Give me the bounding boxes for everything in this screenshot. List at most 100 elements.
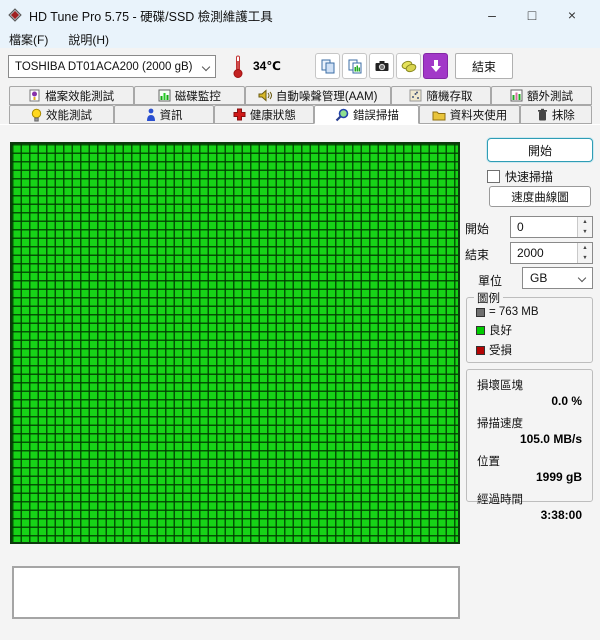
titlebar: HD Tune Pro 5.75 - 硬碟/SSD 檢測維護工具 – □ × xyxy=(0,0,600,30)
toolbar: TOSHIBA DT01ACA200 (2000 gB) 34℃ 結束 xyxy=(0,48,600,86)
tab-label: 自動噪聲管理(AAM) xyxy=(276,88,378,104)
drive-select-value: TOSHIBA DT01ACA200 (2000 gB) xyxy=(15,61,193,73)
file-benchmark-icon xyxy=(29,89,41,102)
block-color-swatch xyxy=(476,308,485,317)
start-position-value: 0 xyxy=(511,217,577,237)
start-scan-button[interactable]: 開始 xyxy=(487,138,593,162)
start-scan-label: 開始 xyxy=(528,142,552,159)
menu-file[interactable]: 檔案(F) xyxy=(9,31,48,48)
legend-block-label: = 763 MB xyxy=(489,306,539,318)
window-title: HD Tune Pro 5.75 - 硬碟/SSD 檢測維護工具 xyxy=(29,6,273,25)
start-position-spinner[interactable]: 0 ▲ ▼ xyxy=(510,216,593,238)
legend-good-label: 良好 xyxy=(489,322,512,338)
camera-icon xyxy=(374,58,390,74)
purchase-button[interactable] xyxy=(396,53,421,79)
trash-icon xyxy=(537,108,548,121)
tab-label: 健康狀態 xyxy=(250,107,296,123)
tab-extra-tests[interactable]: 額外測試 xyxy=(491,86,592,105)
maximize-button[interactable]: □ xyxy=(512,1,552,29)
folder-icon xyxy=(432,109,446,121)
quick-scan-row: 快速掃描 xyxy=(487,168,553,185)
legend-damaged-label: 受損 xyxy=(489,342,512,358)
scan-speed-label: 掃描速度 xyxy=(477,415,592,431)
spin-down-icon[interactable]: ▼ xyxy=(578,253,592,263)
spin-down-icon[interactable]: ▼ xyxy=(578,227,592,237)
unit-select[interactable]: GB xyxy=(522,267,593,289)
position-label: 位置 xyxy=(477,453,592,469)
tab-label: 磁碟監控 xyxy=(175,88,221,104)
person-icon xyxy=(146,108,156,121)
tab-label: 資訊 xyxy=(160,107,183,123)
error-scan-panel: 開始 快速掃描 速度曲線圖 開始 0 ▲ ▼ 結束 2000 ▲ ▼ 單位 GB xyxy=(0,124,600,640)
exit-button-label: 結束 xyxy=(472,58,496,75)
start-position-label: 開始 xyxy=(465,220,489,237)
chevron-down-icon xyxy=(202,62,210,70)
speed-map-button[interactable]: 速度曲線圖 xyxy=(489,186,591,207)
minimize-button[interactable]: – xyxy=(472,1,512,29)
damaged-blocks-value: 0.0 % xyxy=(467,394,582,408)
random-access-icon xyxy=(409,89,422,102)
stats-groupbox: 損壞區塊 0.0 % 掃描速度 105.0 MB/s 位置 1999 gB 經過… xyxy=(466,369,593,502)
magnifier-icon xyxy=(335,108,349,122)
scan-speed-value: 105.0 MB/s xyxy=(467,432,582,446)
tab-random-access[interactable]: 隨機存取 xyxy=(391,86,491,105)
tab-folder-usage[interactable]: 資料夾使用 xyxy=(419,105,519,124)
tab-label: 資料夾使用 xyxy=(450,107,508,123)
quick-scan-checkbox[interactable] xyxy=(487,170,500,183)
elapsed-time-value: 3:38:00 xyxy=(467,508,582,522)
menubar: 檔案(F) 說明(H) xyxy=(0,30,600,48)
elapsed-time-label: 經過時間 xyxy=(477,491,592,507)
legend-damaged: 受損 xyxy=(476,342,592,358)
tab-benchmark[interactable]: 效能測試 xyxy=(9,105,114,124)
chevron-down-icon xyxy=(578,274,586,282)
quick-scan-label: 快速掃描 xyxy=(505,168,553,185)
close-button[interactable]: × xyxy=(552,1,592,29)
temperature-indicator xyxy=(228,52,248,81)
copy-button[interactable] xyxy=(315,53,340,79)
position-value: 1999 gB xyxy=(467,470,582,484)
temperature-value: 34℃ xyxy=(253,59,281,73)
tab-label: 額外測試 xyxy=(527,88,573,104)
tab-row-1: 檔案效能測試 磁碟監控 自動噪聲管理(AAM) 隨機存取 額外測試 xyxy=(9,86,592,105)
legend-groupbox: 圖例 = 763 MB 良好 受損 xyxy=(466,297,593,363)
app-icon xyxy=(8,8,22,22)
tab-erase[interactable]: 抹除 xyxy=(520,105,592,124)
end-position-value: 2000 xyxy=(511,243,577,263)
spin-up-icon[interactable]: ▲ xyxy=(578,217,592,227)
disk-monitor-icon xyxy=(158,89,171,102)
scan-log-box xyxy=(12,566,460,619)
damaged-blocks-label: 損壞區塊 xyxy=(477,377,592,393)
end-position-label: 結束 xyxy=(465,246,489,263)
end-position-spinner[interactable]: 2000 ▲ ▼ xyxy=(510,242,593,264)
unit-label: 單位 xyxy=(478,272,502,289)
tab-aam[interactable]: 自動噪聲管理(AAM) xyxy=(245,86,391,105)
exit-button[interactable]: 結束 xyxy=(455,53,513,79)
tab-file-benchmark[interactable]: 檔案效能測試 xyxy=(9,86,134,105)
tab-label: 檔案效能測試 xyxy=(45,88,114,104)
hd-tune-window: HD Tune Pro 5.75 - 硬碟/SSD 檢測維護工具 – □ × 檔… xyxy=(0,0,600,640)
tab-row-2: 效能測試 資訊 健康狀態 錯誤掃描 資料夾使用 抹除 xyxy=(9,105,592,124)
tab-health[interactable]: 健康狀態 xyxy=(214,105,314,124)
tab-disk-monitor[interactable]: 磁碟監控 xyxy=(134,86,244,105)
health-cross-icon xyxy=(233,108,246,121)
screenshot-button[interactable] xyxy=(369,53,394,79)
tab-info[interactable]: 資訊 xyxy=(114,105,214,124)
copy-image-icon xyxy=(347,58,363,74)
download-icon xyxy=(429,59,443,73)
speed-map-label: 速度曲線圖 xyxy=(511,189,569,205)
legend-block-size: = 763 MB xyxy=(476,306,592,318)
tab-label: 隨機存取 xyxy=(426,88,472,104)
damaged-color-swatch xyxy=(476,346,485,355)
copy-image-button[interactable] xyxy=(342,53,367,79)
spin-up-icon[interactable]: ▲ xyxy=(578,243,592,253)
menu-help[interactable]: 說明(H) xyxy=(68,31,109,48)
legend-good: 良好 xyxy=(476,322,592,338)
speaker-icon xyxy=(258,89,272,102)
tab-error-scan[interactable]: 錯誤掃描 xyxy=(314,105,419,124)
scan-block-grid xyxy=(10,142,460,544)
update-button[interactable] xyxy=(423,53,448,79)
good-color-swatch xyxy=(476,326,485,335)
thermometer-icon xyxy=(232,54,244,79)
extra-tests-icon xyxy=(510,89,523,102)
drive-select[interactable]: TOSHIBA DT01ACA200 (2000 gB) xyxy=(8,55,216,78)
